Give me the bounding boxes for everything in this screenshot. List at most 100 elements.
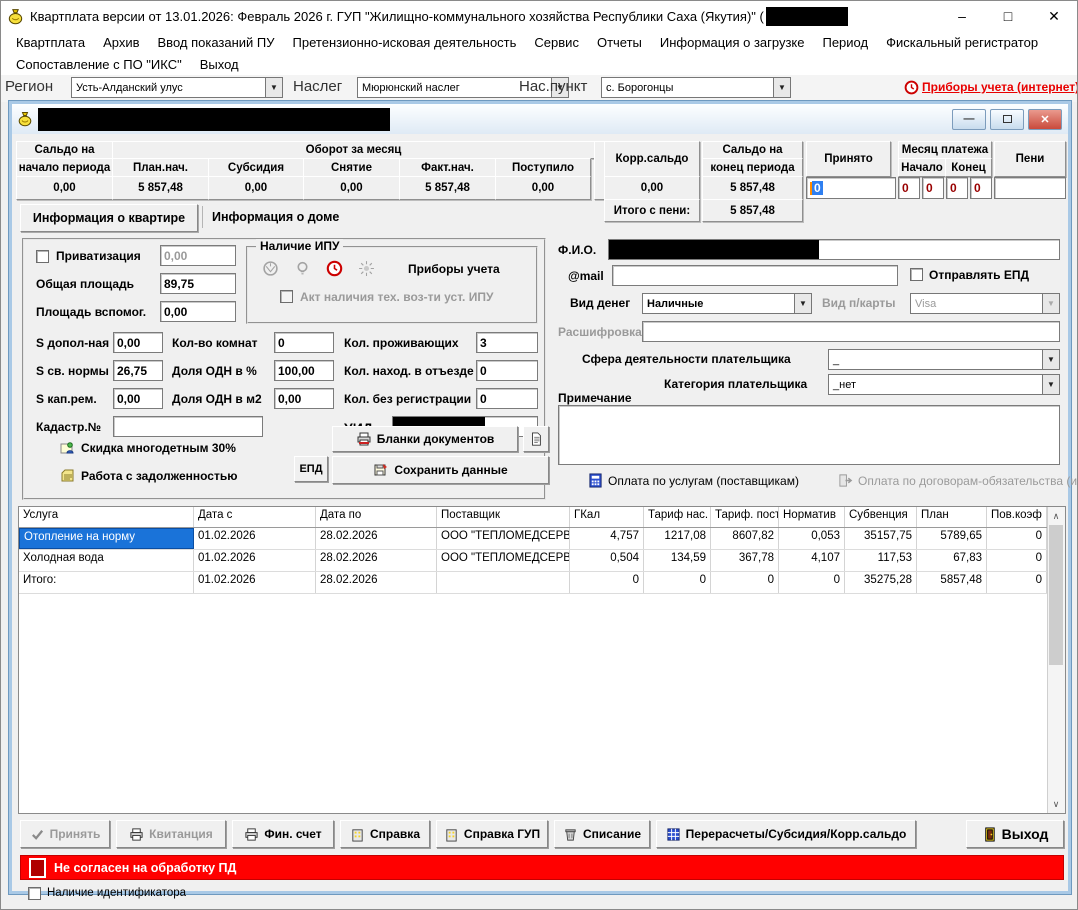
decode-input (642, 321, 1060, 342)
table-row[interactable]: Отопление на норму01.02.202628.02.2026ОО… (19, 528, 1065, 550)
table-col-10[interactable]: Пов.коэф (987, 507, 1047, 527)
chevron-down-icon[interactable]: ▼ (265, 78, 282, 97)
pay-contracts-label: Оплата по договорам-обязательства (исков… (858, 474, 1078, 488)
odn-pct-input[interactable]: 100,00 (274, 360, 334, 381)
table-row[interactable]: Итого:01.02.202628.02.2026000035275,2858… (19, 572, 1065, 594)
menu-item-8[interactable]: Фискальный регистратор (877, 33, 1047, 52)
account-window: — ✕ Сальдо на начало периода 0,00 Оборот… (9, 101, 1071, 894)
discount-link[interactable]: Скидка многодетным 30% (60, 440, 236, 456)
table-col-3[interactable]: Поставщик (437, 507, 570, 527)
menu-item-7[interactable]: Период (813, 33, 877, 52)
table-cell: 0 (779, 572, 845, 593)
scroll-thumb[interactable] (1049, 525, 1063, 665)
menu2-item-0[interactable]: Сопоставление с ПО "ИКС" (7, 55, 191, 74)
peni-input[interactable] (994, 177, 1066, 199)
table-col-6[interactable]: Тариф. пост (711, 507, 779, 527)
table-col-5[interactable]: Тариф нас. (644, 507, 711, 527)
table-col-4[interactable]: ГКал (570, 507, 644, 527)
away-input[interactable]: 0 (476, 360, 538, 381)
privatization-checkbox[interactable] (36, 250, 49, 263)
menu-item-2[interactable]: Ввод показаний ПУ (149, 33, 284, 52)
meters-internet-link[interactable]: Приборы учета (интернет) (922, 80, 1078, 94)
table-col-2[interactable]: Дата по (316, 507, 437, 527)
s-norm-input[interactable]: 26,75 (113, 360, 163, 381)
table-col-7[interactable]: Норматив (779, 507, 845, 527)
epd-button[interactable]: ЕПД (294, 456, 328, 482)
unregistered-input[interactable]: 0 (476, 388, 538, 409)
category-select[interactable]: _нет ▼ (828, 374, 1060, 395)
footer-button-6[interactable]: Перерасчеты/Субсидия/Корр.сальдо (656, 820, 916, 848)
menu-item-5[interactable]: Отчеты (588, 33, 651, 52)
tab-house-info[interactable]: Информация о доме (212, 204, 339, 230)
consent-checkbox[interactable] (29, 858, 46, 878)
saldo-start-label1: Сальдо на (16, 141, 113, 159)
menu-item-4[interactable]: Сервис (525, 33, 588, 52)
month-value-input-0[interactable]: 0 (898, 177, 920, 199)
fio-input[interactable] (608, 239, 1060, 260)
money-kind-select[interactable]: Наличные ▼ (642, 293, 812, 314)
total-area-input[interactable]: 89,75 (160, 273, 236, 294)
settlement-select[interactable]: с. Борогонцы ▼ (601, 77, 791, 98)
menu2-item-1[interactable]: Выход (191, 55, 248, 74)
footer-button-2[interactable]: Фин. счет (232, 820, 334, 848)
pay-services-link[interactable]: Оплата по услугам (поставщикам) (588, 473, 799, 488)
table-row[interactable]: Холодная вода01.02.202628.02.2026ООО "ТЕ… (19, 550, 1065, 572)
child-minimize-button[interactable]: — (952, 109, 986, 130)
turnover-col-label: Факт.нач. (399, 158, 496, 177)
s-dop-input[interactable]: 0,00 (113, 332, 163, 353)
chevron-down-icon[interactable]: ▼ (1042, 375, 1059, 394)
odn-m2-input[interactable]: 0,00 (274, 388, 334, 409)
chevron-down-icon[interactable]: ▼ (794, 294, 811, 313)
menu-item-3[interactable]: Претензионно-исковая деятельность (284, 33, 526, 52)
menu-item-1[interactable]: Архив (94, 33, 148, 52)
table-col-0[interactable]: Услуга (19, 507, 194, 527)
scroll-up-icon[interactable]: ∧ (1048, 508, 1064, 524)
child-close-button[interactable]: ✕ (1028, 109, 1062, 130)
note-textarea[interactable] (558, 405, 1060, 465)
menu-item-0[interactable]: Квартплата (7, 33, 94, 52)
mail-input[interactable] (612, 265, 898, 286)
footer-button-7[interactable]: Выход (966, 820, 1064, 848)
footer-button-4[interactable]: Справка ГУП (436, 820, 548, 848)
table-col-1[interactable]: Дата с (194, 507, 316, 527)
chevron-down-icon[interactable]: ▼ (1042, 350, 1059, 369)
cadastre-input[interactable] (113, 416, 263, 437)
send-epd-checkbox[interactable] (910, 268, 923, 281)
sphere-select[interactable]: _ ▼ (828, 349, 1060, 370)
aux-area-input[interactable]: 0,00 (160, 301, 236, 322)
maximize-button[interactable]: □ (985, 1, 1031, 31)
save-disk-icon (373, 462, 389, 478)
blanks-button-label: Бланки документов (377, 432, 495, 446)
table-cell: Отопление на норму (19, 528, 194, 549)
table-col-8[interactable]: Субвенция (845, 507, 917, 527)
footer-button-3[interactable]: Справка (340, 820, 430, 848)
document-button[interactable] (523, 426, 549, 452)
prinyato-input[interactable]: 0 (806, 177, 896, 199)
table-scrollbar[interactable]: ∧ ∨ (1047, 507, 1065, 813)
minimize-button[interactable]: – (939, 1, 985, 31)
chevron-down-icon[interactable]: ▼ (773, 78, 790, 97)
printer-icon (244, 827, 259, 842)
footer-button-row: ПринятьКвитанцияФин. счетСправкаСправка … (20, 820, 1064, 849)
s-kap-input[interactable]: 0,00 (113, 388, 163, 409)
child-restore-button[interactable] (990, 109, 1024, 130)
rooms-input[interactable]: 0 (274, 332, 334, 353)
close-button[interactable]: ✕ (1031, 1, 1077, 31)
menu-item-6[interactable]: Информация о загрузке (651, 33, 814, 52)
footer-button-5[interactable]: Списание (554, 820, 650, 848)
region-select[interactable]: Усть-Алданский улус ▼ (71, 77, 283, 98)
table-col-9[interactable]: План (917, 507, 987, 527)
residents-input[interactable]: 3 (476, 332, 538, 353)
save-button[interactable]: Сохранить данные (332, 456, 549, 484)
identifier-checkbox[interactable] (28, 887, 41, 900)
scroll-down-icon[interactable]: ∨ (1048, 796, 1064, 812)
blanks-button[interactable]: Бланки документов (332, 426, 518, 452)
consent-bar: Не согласен на обработку ПД (20, 855, 1064, 880)
month-value-input-3[interactable]: 0 (970, 177, 992, 199)
services-table-body: Отопление на норму01.02.202628.02.2026ОО… (19, 528, 1065, 594)
tab-apartment-info[interactable]: Информация о квартире (20, 204, 198, 232)
month-value-input-1[interactable]: 0 (922, 177, 944, 199)
month-value-input-2[interactable]: 0 (946, 177, 968, 199)
turnover-col-value: 0,00 (303, 176, 400, 200)
debt-link[interactable]: Работа с задолженностью (60, 468, 237, 484)
